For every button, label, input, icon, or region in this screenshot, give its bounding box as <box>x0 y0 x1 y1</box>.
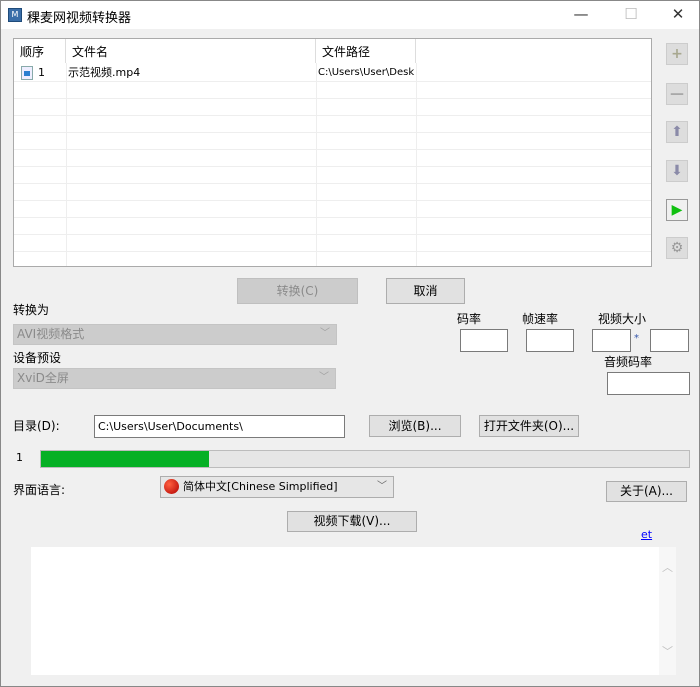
row-filename[interactable]: 示范视频.mp4 <box>68 64 140 81</box>
scroll-down-icon[interactable]: ﹀ <box>659 643 676 659</box>
scrollbar[interactable]: ︿ ﹀ <box>659 547 676 675</box>
add-file-button[interactable]: + <box>666 43 688 65</box>
arrow-up-icon: ⬆ <box>671 124 683 140</box>
remove-file-button[interactable]: — <box>666 83 688 105</box>
play-icon: ▶ <box>671 202 683 218</box>
framerate-input[interactable] <box>526 329 574 352</box>
move-down-button[interactable]: ⬇ <box>666 160 688 182</box>
chevron-down-icon: ﹀ <box>319 372 329 383</box>
plus-icon: + <box>671 46 683 62</box>
scroll-up-icon[interactable]: ︿ <box>659 559 676 575</box>
video-download-button[interactable]: 视频下载(V)... <box>287 511 417 532</box>
convert-button[interactable]: 转换(C) <box>237 278 358 304</box>
language-select[interactable]: 简体中文[Chinese Simplified] ﹀ <box>160 476 394 498</box>
settings-button[interactable]: ⚙ <box>666 237 688 259</box>
column-header-path[interactable]: 文件路径 <box>316 39 416 63</box>
audio-bitrate-input[interactable] <box>607 372 690 395</box>
row-index[interactable]: 1 <box>38 64 45 81</box>
video-file-icon <box>21 66 33 80</box>
title-bar: M 稞麦网视频转换器 — ☐ ✕ <box>1 1 699 29</box>
open-folder-button[interactable]: 打开文件夹(O)... <box>479 415 579 437</box>
video-height-input[interactable] <box>650 329 689 352</box>
app-icon: M <box>8 8 22 22</box>
arrow-down-icon: ⬇ <box>671 163 683 179</box>
progress-label: 1 <box>16 451 23 464</box>
window-title: 稞麦网视频转换器 <box>27 11 132 26</box>
move-up-button[interactable]: ⬆ <box>666 121 688 143</box>
device-preset-select[interactable]: XviD全屏 ﹀ <box>13 368 336 389</box>
maximize-button[interactable]: ☐ <box>616 5 646 25</box>
convert-to-label: 转换为 <box>13 303 50 317</box>
play-button[interactable]: ▶ <box>666 199 688 221</box>
framerate-label: 帧速率 <box>522 312 559 326</box>
log-textarea[interactable]: ︿ ﹀ <box>31 547 676 675</box>
progress-fill <box>41 451 210 467</box>
bitrate-label: 码率 <box>457 312 482 326</box>
device-preset-label: 设备预设 <box>13 351 62 365</box>
minus-icon: — <box>670 86 684 102</box>
audio-bitrate-label: 音频码率 <box>604 355 653 369</box>
video-size-label: 视频大小 <box>598 312 647 326</box>
directory-input[interactable]: C:\Users\User\Documents\ <box>94 415 345 438</box>
about-button[interactable]: 关于(A)... <box>606 481 687 502</box>
minimize-button[interactable]: — <box>566 5 596 25</box>
bitrate-input[interactable] <box>460 329 508 352</box>
column-header-filename[interactable]: 文件名 <box>66 39 316 63</box>
row-path[interactable]: C:\Users\User\Desk <box>318 64 415 81</box>
language-value: 简体中文[Chinese Simplified] <box>183 480 338 493</box>
times-sign: * <box>634 333 639 344</box>
gear-icon: ⚙ <box>670 240 684 256</box>
browse-button[interactable]: 浏览(B)... <box>369 415 461 437</box>
device-preset-value: XviD全屏 <box>17 371 69 385</box>
china-flag-icon <box>164 479 179 494</box>
language-label: 界面语言: <box>13 483 66 497</box>
close-button[interactable]: ✕ <box>663 5 693 25</box>
video-width-input[interactable] <box>592 329 631 352</box>
chevron-down-icon: ﹀ <box>377 481 387 492</box>
chevron-down-icon: ﹀ <box>320 328 330 339</box>
file-list[interactable]: 顺序 文件名 文件路径 1 示范视频.mp4 C:\Users\User\Des… <box>13 38 652 267</box>
convert-to-value: AVI视频格式 <box>17 327 85 341</box>
progress-bar <box>40 450 690 468</box>
cancel-button[interactable]: 取消 <box>386 278 465 304</box>
column-header-order[interactable]: 顺序 <box>14 39 66 63</box>
website-link[interactable]: et <box>641 528 652 541</box>
directory-label: 目录(D): <box>13 419 60 433</box>
convert-to-select[interactable]: AVI视频格式 ﹀ <box>13 324 337 345</box>
